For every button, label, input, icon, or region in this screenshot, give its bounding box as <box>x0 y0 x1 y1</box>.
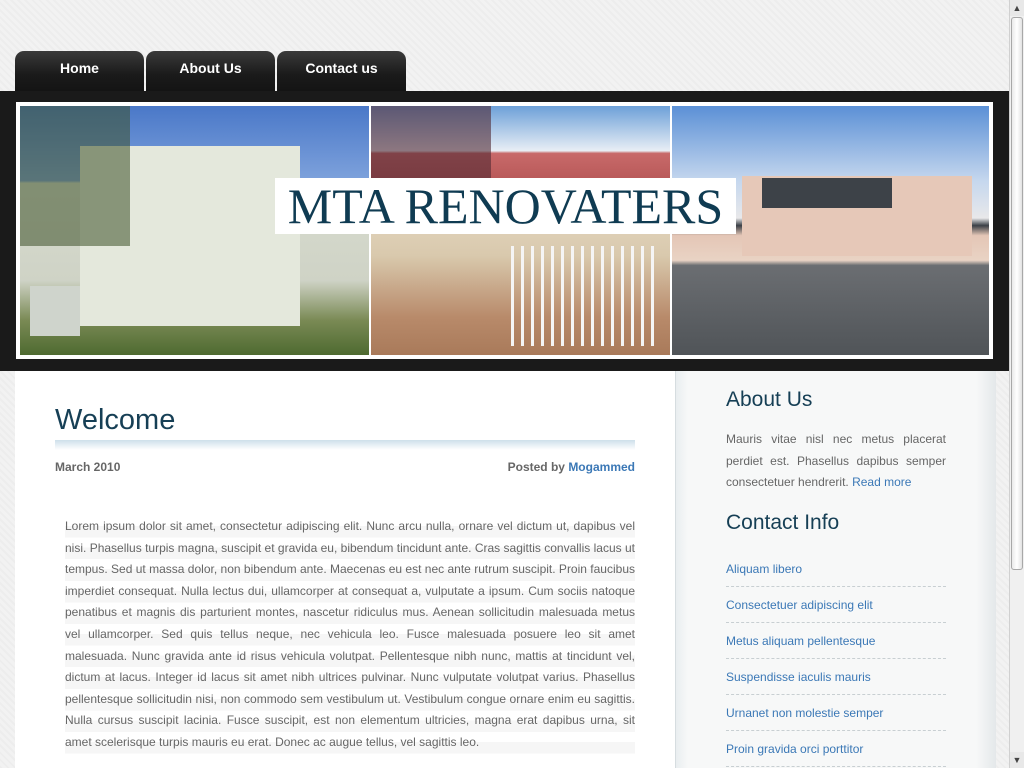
author-link[interactable]: Mogammed <box>568 460 635 474</box>
contact-info-heading: Contact Info <box>726 511 840 534</box>
nav-tab-about-us[interactable]: About Us <box>146 51 275 91</box>
main-nav: Home About Us Contact us <box>15 51 408 91</box>
vertical-scrollbar[interactable]: ▲ ▼ <box>1009 0 1024 768</box>
post-byline: Posted by Mogammed <box>508 460 635 474</box>
about-us-heading: About Us <box>726 388 813 411</box>
post-body: Lorem ipsum dolor sit amet, consectetur … <box>65 516 635 754</box>
about-us-description: Mauris vitae nisl nec metus placerat per… <box>726 432 946 490</box>
contact-link[interactable]: Suspendisse iaculis mauris <box>726 659 946 695</box>
contact-link[interactable]: Urnanet non molestie semper <box>726 695 946 731</box>
site-title: MTA RENOVATERS <box>275 178 736 234</box>
contact-link[interactable]: Proin gravida orci porttitor <box>726 731 946 767</box>
post-title: Welcome <box>55 404 176 436</box>
post-date: March 2010 <box>55 460 121 474</box>
about-us-text: Mauris vitae nisl nec metus placerat per… <box>726 429 946 494</box>
contact-link[interactable]: Metus aliquam pellentesque <box>726 623 946 659</box>
scroll-up-arrow-icon[interactable]: ▲ <box>1010 0 1024 16</box>
scroll-down-arrow-icon[interactable]: ▼ <box>1010 752 1024 768</box>
posted-by-label: Posted by <box>507 460 565 474</box>
contact-link[interactable]: Aliquam libero <box>726 551 946 587</box>
title-divider <box>55 440 635 450</box>
nav-tab-home[interactable]: Home <box>15 51 144 91</box>
contact-link[interactable]: Consectetuer adipiscing elit <box>726 587 946 623</box>
scrollbar-thumb[interactable] <box>1011 17 1023 570</box>
read-more-link[interactable]: Read more <box>852 475 911 489</box>
contact-link-list: Aliquam libero Consectetuer adipiscing e… <box>726 551 946 767</box>
main-content: Welcome March 2010 Posted by Mogammed Lo… <box>15 371 675 768</box>
page: Home About Us Contact us MTA RENOVATERS … <box>0 0 1009 768</box>
sidebar: About Us Mauris vitae nisl nec metus pla… <box>675 371 996 768</box>
nav-tab-contact-us[interactable]: Contact us <box>277 51 406 91</box>
